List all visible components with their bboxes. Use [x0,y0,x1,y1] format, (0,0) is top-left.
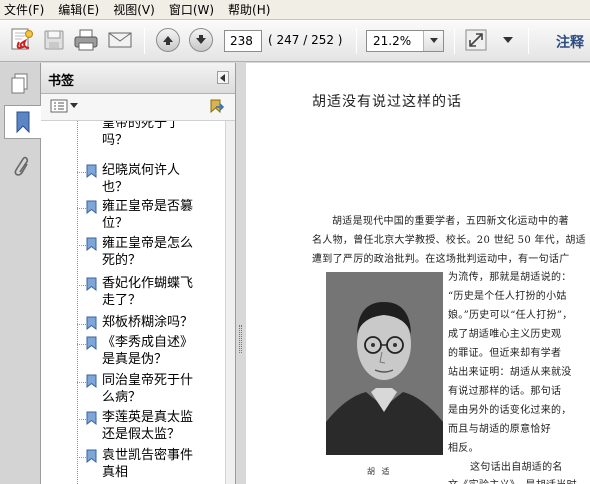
menu-help[interactable]: 帮助(H) [228,1,270,18]
bookmark-item-label: 香妃化作蝴蝶飞 [102,276,194,291]
bookmark-item-label: 纪晓岚何许人 [102,163,181,178]
bookmark-icon [86,336,97,350]
menu-window[interactable]: 窗口(W) [169,1,214,18]
fit-window-icon[interactable] [462,26,490,54]
bookmark-item-label: 雍正皇帝是怎么 [102,236,194,251]
text-line: 胡适是现代中国的重要学者，五四新文化运动中的著 [332,216,569,227]
bookmark-item-label: 还是假太监？ [102,427,181,442]
text-line: 文《实验主义》，是胡适当时 [448,476,577,484]
toolbar-separator [454,28,455,54]
bookmark-item-label: 死的？ [102,253,142,268]
page-count: ( 247 / 252 ) [268,33,343,47]
bookmark-icon [86,316,97,330]
zoom-select[interactable] [366,30,444,52]
email-icon[interactable] [106,26,134,54]
bookmark-item-label: 么病？ [102,390,142,405]
text-line: “历史是个任人打扮的小姑 [448,291,567,302]
bookmark-icon [86,449,97,463]
menu-file[interactable]: 文件(F) [4,1,44,18]
text-line: 的罪证。但近来却有学者 [448,348,562,359]
text-line: 名人物，曾任北京大学教授、校长。20 世纪 50 年代，胡适 [312,235,586,246]
bookmarks-scrollbar[interactable] [225,121,235,484]
bookmarks-panel: 书签 皇帝的死于了 吗？ 纪晓岚何许人 也？ 雍正皇帝是否篡 位？ 雍正皇帝是怎… [41,63,236,484]
save-icon[interactable] [40,26,68,54]
navigation-pane-strip [0,63,41,484]
menu-edit[interactable]: 编辑(E) [58,1,99,18]
splitter-grip[interactable] [239,325,242,353]
bookmark-item-label: 李莲英是真太监 [102,410,194,425]
toolbar-separator [356,28,357,54]
toolbar-separator [144,28,145,54]
text-line: 娘。”历史可以“任人打扮”， [448,310,573,321]
page-title: 胡适没有说过这样的话 [312,94,462,110]
bookmark-item[interactable]: 袁世凯告密事件 真相 [77,447,225,481]
zoom-input[interactable] [367,31,423,51]
text-line: 成了胡适唯心主义历史观 [448,329,562,340]
create-pdf-icon[interactable] [8,26,36,54]
bookmark-icon [86,237,97,251]
portrait-photo [326,272,443,455]
more-tools-icon[interactable] [494,26,522,54]
bookmark-item[interactable]: 皇帝的死于了 吗？ [77,121,225,149]
text-line: 为流传，那就是胡适说的： [448,272,572,283]
bookmark-item-label: 是真是伪？ [102,352,168,367]
bookmark-item-label: 也？ [102,180,129,195]
bookmark-icon [86,374,97,388]
photo-caption: 胡 适 [367,467,392,476]
bookmark-item-label: 郑板桥糊涂吗？ [102,315,194,330]
bookmark-icon [86,411,97,425]
bookmark-item[interactable]: 同治皇帝死于什 么病？ [77,372,225,406]
pane-splitter[interactable] [236,63,246,484]
toolbar: ( 247 / 252 ) 注释 [0,20,590,62]
menu-view[interactable]: 视图(V) [113,1,155,18]
bookmark-item[interactable]: 雍正皇帝是怎么 死的？ [77,235,225,269]
collapse-panel-icon[interactable] [217,71,229,84]
bookmark-item[interactable]: 纪晓岚何许人 也？ [77,162,225,196]
text-line: 是由另外的话变化过来的， [448,405,572,416]
bookmarks-toolbar [41,94,235,121]
text-line: 这句话出自胡适的名 [470,462,563,473]
bookmarks-icon[interactable] [4,105,41,139]
text-line: 而且与胡适的原意恰好 [448,424,551,435]
bookmark-item-label: 袁世凯告密事件 [102,448,194,463]
page-number-input[interactable] [224,30,262,52]
bookmark-item[interactable]: 《李秀成自述》 是真是伪？ [77,334,225,368]
bookmarks-list: 皇帝的死于了 吗？ 纪晓岚何许人 也？ 雍正皇帝是否篡 位？ 雍正皇帝是怎么 死… [41,121,225,484]
bookmark-item-label: 同治皇帝死于什 [102,373,194,388]
print-icon[interactable] [72,26,100,54]
bookmark-item[interactable]: 郑板桥糊涂吗？ [77,314,225,331]
bookmark-item-label: 皇帝的死于了 [102,121,181,131]
text-line: 相反。 [448,443,479,454]
document-view[interactable]: 胡适没有说过这样的话 胡适是现代中国的重要学者，五四新文化运动中的著 名人物，曾… [246,63,590,484]
bookmark-item[interactable]: 香妃化作蝴蝶飞 走了？ [77,275,225,309]
text-line: 有说过那样的话。那句话 [448,386,562,397]
attachments-icon[interactable] [4,149,36,183]
bookmark-item[interactable]: 雍正皇帝是否篡 位？ [77,198,225,232]
bookmark-item-label: 吗？ [102,133,129,148]
bookmark-item[interactable]: 李莲英是真太监 还是假太监？ [77,409,225,443]
toolbar-separator [528,28,529,54]
bookmarks-header: 书签 [41,63,235,94]
bookmark-icon [86,200,97,214]
bookmarks-title: 书签 [48,74,75,89]
options-menu-icon[interactable] [50,99,78,113]
text-line: 遭到了严厉的政治批判。在这场批判运动中，有一句话广 [312,254,570,265]
previous-page-icon[interactable] [154,26,182,54]
bookmark-item-label: 真相 [102,465,129,480]
bookmark-item-label: 雍正皇帝是否篡 [102,199,194,214]
next-page-icon[interactable] [187,26,215,54]
expand-bookmark-icon[interactable] [207,98,225,119]
annotate-label[interactable]: 注释 [556,32,584,52]
text-line: 站出来证明：胡适从来就没 [448,367,572,378]
page-thumbnails-icon[interactable] [4,67,36,101]
bookmark-item-label: 位？ [102,216,129,231]
bookmark-icon [86,277,97,291]
bookmark-icon [86,164,97,178]
bookmark-item-label: 《李秀成自述》 [102,335,194,350]
zoom-dropdown-icon[interactable] [423,31,443,51]
bookmark-item-label: 走了？ [102,293,142,308]
menu-bar: 文件(F) 编辑(E) 视图(V) 窗口(W) 帮助(H) [0,0,590,20]
